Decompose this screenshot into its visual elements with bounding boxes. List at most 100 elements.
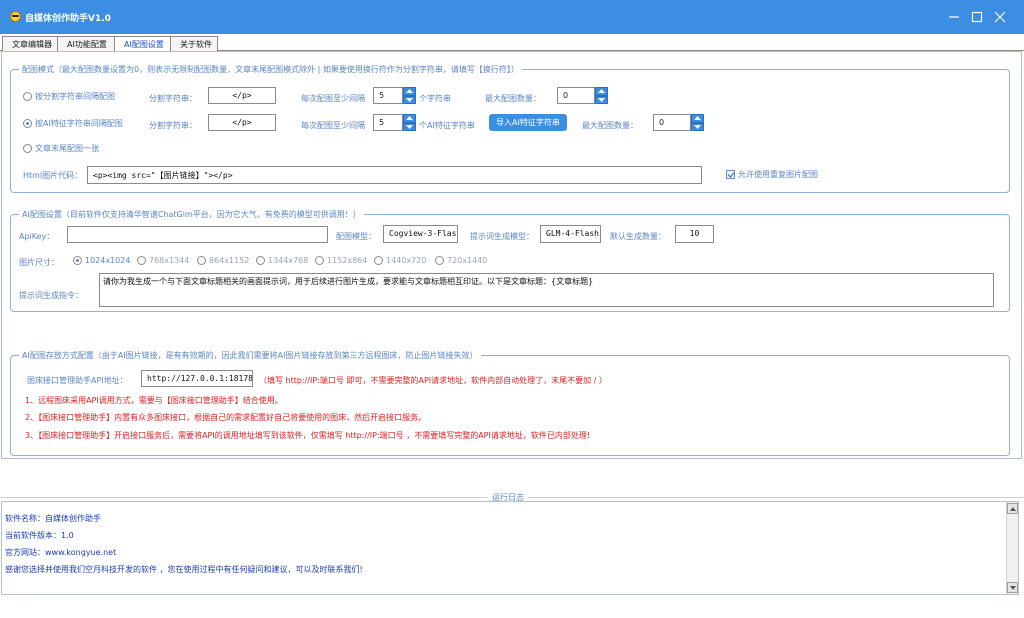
interval-stepper-2[interactable]: 5 [373,114,416,131]
spin-up-icon[interactable] [595,87,608,96]
note-line-3: 3、【图床接口管理助手】开启接口服务后，需要将API的调用地址填写到该软件，仅需… [25,431,591,440]
spin-down-icon[interactable] [595,95,608,104]
radio-label: 文章末尾配图一张 [35,144,99,153]
prompt-instruction-label: 提示词生成指令： [19,291,83,300]
close-button[interactable] [991,8,1009,26]
log-line: 感谢您选择并使用我们空月科技开发的软件 ，您在使用过程中有任何疑问和建议，可以及… [5,565,363,574]
apikey-input[interactable] [67,226,328,243]
tab-strip: 文章编辑器 AI功能配置 AI配图设置 关于软件 [0,36,1024,52]
radio-dot [23,119,32,128]
size-radio-1344x768[interactable]: 1344x768 [256,256,308,265]
spin-down-icon[interactable] [691,122,704,131]
html-code-label: Html图片代码： [23,171,83,180]
log-scrollbar[interactable] [1006,502,1018,594]
checkbox-label: 允许使用重复图片配图 [738,170,818,179]
tab-ai-config[interactable]: AI功能配置 [57,36,115,51]
radio-label: 720x1440 [447,256,488,265]
note-line-2: 2、【图床接口管理助手】内置有众多图床接口，根据自己的需求配置好自己将要使用的图… [25,413,427,422]
allow-repeat-checkbox[interactable]: 允许使用重复图片配图 [726,169,818,180]
api-address-input[interactable]: http://127.0.0.1:18178 [141,370,253,387]
radio-split-by-ai-feature[interactable]: 按AI特征字符串间隔配图 [23,118,123,129]
radio-end-of-article[interactable]: 文章末尾配图一张 [23,143,99,154]
close-icon [994,11,1006,23]
image-model-input[interactable]: Cogview-3-Flash [383,225,458,243]
max-count-value[interactable]: 0 [653,114,691,131]
radio-label: 按分割字符串间隔配图 [35,92,115,101]
radio-dot [435,256,444,265]
image-model-label: 配图模型： [336,232,376,241]
image-size-label: 图片尺寸： [19,258,59,267]
split-string-input-2[interactable]: </p> [208,114,276,131]
split-string-label: 分割字符串： [149,94,197,103]
size-radio-1440x720[interactable]: 1440x720 [374,256,426,265]
size-radio-720x1440[interactable]: 720x1440 [435,256,487,265]
interval-stepper-1[interactable]: 5 [373,87,416,104]
prompt-instruction-textarea[interactable]: 请你为我生成一个与下面文章标题相关的画面提示词，用于后续进行图片生成，要求能与文… [99,273,994,307]
spin-up-icon[interactable] [403,87,416,96]
image-mode-legend: 配图模式（最大配图数量设置为0，则表示无限制配图数量，文章末尾配图模式除外 | … [19,64,522,75]
api-address-label: 图床接口管理助手API地址： [27,376,128,385]
scroll-up-icon[interactable] [1007,503,1018,514]
radio-label: 1024x1024 [85,256,131,265]
ai-image-legend: AI配图设置（目前软件仅支持清华智谱ChatGlm平台，因为它大气，有免费的模型… [19,209,364,220]
tab-about[interactable]: 关于软件 [170,36,218,51]
import-ai-feature-button[interactable]: 导入AI特征字符串 [489,114,567,131]
interval-label: 每次配图至少间隔 [301,94,365,103]
checkbox-check-icon [726,170,735,179]
note-line-1: 1、远程图床采用API调用方式，需要与【图床接口管理助手】结合使用。 [25,396,283,405]
spin-down-icon[interactable] [403,122,416,131]
api-address-note: （填写 http://IP:端口号 即可，不需要完整的API请求地址，软件内部自… [259,376,607,385]
default-count-label: 默认生成数量： [610,232,666,241]
radio-label: 按AI特征字符串间隔配图 [35,119,123,128]
radio-dot [23,92,32,101]
image-mode-group: 配图模式（最大配图数量设置为0，则表示无限制配图数量，文章末尾配图模式除外 | … [10,64,1010,193]
radio-label: 864x1152 [209,256,250,265]
size-radio-1152x864[interactable]: 1152x864 [315,256,367,265]
size-radio-1024x1024[interactable]: 1024x1024 [73,256,130,265]
interval-unit: 个字符串 [419,94,451,103]
tab-ai-image-settings[interactable]: AI配图设置 [114,36,171,52]
spin-up-icon[interactable] [403,114,416,123]
spin-up-icon[interactable] [691,114,704,123]
radio-label: 768x1344 [149,256,190,265]
radio-dot [73,256,82,265]
radio-dot [256,256,265,265]
radio-dot [137,256,146,265]
radio-label: 1344x768 [268,256,309,265]
run-log-box[interactable]: 软件名称：自媒体创作助手 当前软件版本：1.0 官方网站：www.kongyue… [1,501,1019,595]
max-count-stepper-1[interactable]: 0 [557,87,608,104]
maximize-button[interactable] [968,8,986,26]
storage-config-legend: AI配图存放方式配置（由于AI图片链接，是有有效期的，因此我们需要将AI图片链接… [19,350,481,361]
html-code-input[interactable]: <p><img src="【图片链接】"></p> [87,166,702,184]
size-radio-768x1344[interactable]: 768x1344 [137,256,189,265]
default-count-input[interactable]: 10 [675,225,714,243]
log-line: 软件名称：自媒体创作助手 [5,514,101,523]
max-count-value[interactable]: 0 [557,87,595,104]
storage-config-group: AI配图存放方式配置（由于AI图片链接，是有有效期的，因此我们需要将AI图片链接… [10,350,1010,456]
max-count-stepper-2[interactable]: 0 [653,114,704,131]
radio-dot [23,144,32,153]
window-title: 自媒体创作助手V1.0 [25,14,111,24]
radio-dot [315,256,324,265]
minimize-button[interactable] [945,8,963,26]
interval-label: 每次配图至少间隔 [301,121,365,130]
app-logo-icon [10,11,21,22]
settings-panel: 配图模式（最大配图数量设置为0，则表示无限制配图数量，文章末尾配图模式除外 | … [1,51,1022,459]
interval-value[interactable]: 5 [373,114,403,131]
tab-article-editor[interactable]: 文章编辑器 [2,36,58,51]
scroll-down-icon[interactable] [1007,582,1018,593]
log-line: 当前软件版本：1.0 [5,531,74,540]
radio-label: 1152x864 [327,256,368,265]
split-string-input-1[interactable]: </p> [208,87,276,104]
prompt-model-input[interactable]: GLM-4-Flash [540,225,601,243]
apikey-label: ApiKey： [19,232,55,241]
log-line: 官方网站：www.kongyue.net [5,548,117,557]
interval-value[interactable]: 5 [373,87,403,104]
size-radio-864x1152[interactable]: 864x1152 [197,256,249,265]
max-count-label: 最大配图数量： [485,94,541,103]
max-count-label: 最大配图数量： [582,121,638,130]
split-string-label: 分割字符串： [149,121,197,130]
radio-split-by-string[interactable]: 按分割字符串间隔配图 [23,91,115,102]
title-bar: 自媒体创作助手V1.0 [0,0,1024,34]
spin-down-icon[interactable] [403,95,416,104]
